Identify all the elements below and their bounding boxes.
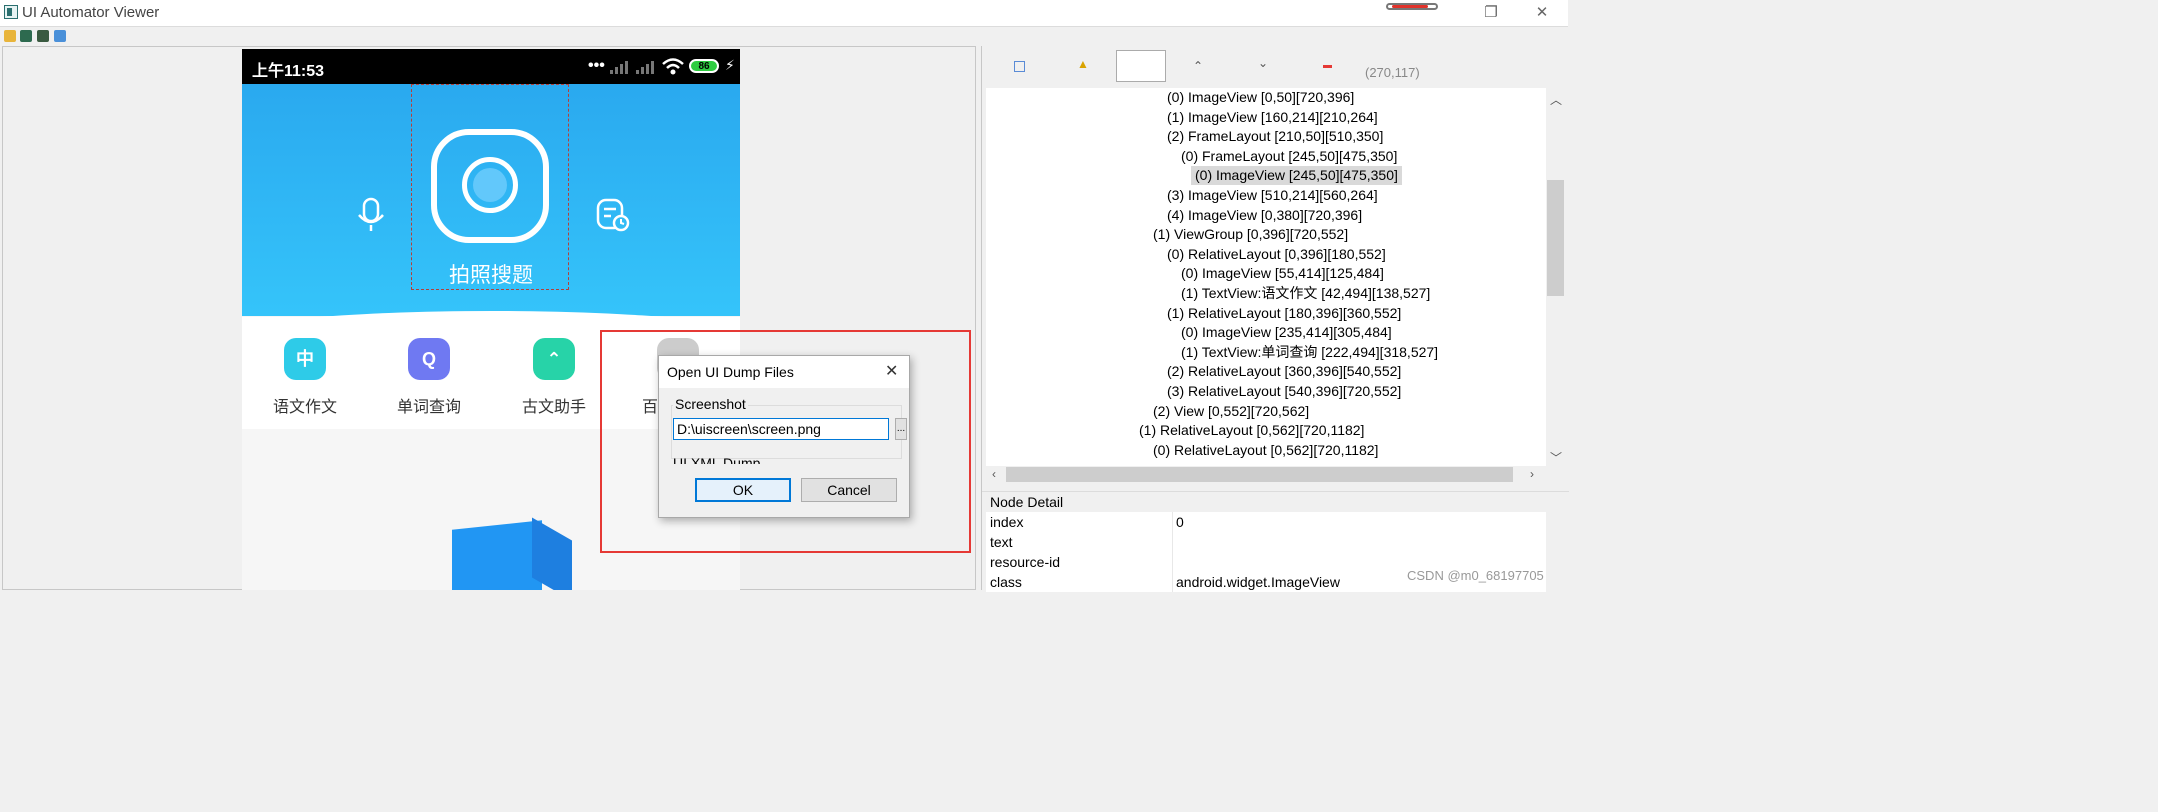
expand-all-icon[interactable] (1014, 61, 1025, 72)
classical-chinese-icon[interactable]: ⌃ (533, 338, 575, 380)
tree-node[interactable]: (1) TextView:单词查询 [222,494][318,527] (1181, 343, 1438, 362)
charging-icon: ⚡ (725, 57, 735, 73)
tree-node[interactable]: (1) ImageView [160,214][210,264] (1167, 108, 1378, 127)
detail-value: 0 (1176, 514, 1184, 530)
chevron-up-icon[interactable]: ⌃ (1193, 59, 1203, 73)
tree-node[interactable]: (1) TextView:语文作文 [42,494][138,527] (1181, 284, 1430, 303)
composition-icon[interactable]: 中 (284, 338, 326, 380)
dialog-close-button[interactable]: ✕ (885, 361, 898, 381)
tree-node[interactable]: (3) ImageView [510,214][560,264] (1167, 186, 1378, 205)
detail-separator (1172, 532, 1173, 552)
history-icon[interactable] (596, 197, 630, 233)
scroll-left-arrow[interactable]: ‹ (992, 467, 996, 481)
scroll-right-arrow[interactable]: › (1530, 467, 1534, 481)
tree-node-selected[interactable]: (0) ImageView [245,50][475,350] (1191, 166, 1402, 186)
tree-node[interactable]: (2) RelativeLayout [360,396][540,552] (1167, 362, 1401, 381)
tree-node[interactable]: (4) ImageView [0,380][720,396] (1167, 206, 1362, 225)
detail-key: index (990, 514, 1024, 530)
cube-illustration-side (532, 517, 572, 590)
coordinate-readout: (270,117) (1365, 65, 1420, 80)
cancel-button[interactable]: Cancel (801, 478, 897, 502)
dictionary-icon[interactable]: Q (408, 338, 450, 380)
scroll-down-arrow[interactable]: ﹀ (1550, 449, 1562, 466)
open-dump-dialog: Open UI Dump Files ✕ Screenshot ... UI X… (658, 355, 910, 518)
hierarchy-tree[interactable]: (0) ImageView [0,50][720,396] (1) ImageVi… (986, 88, 1546, 466)
tree-node[interactable]: (0) ImageView [55,414][125,484] (1181, 264, 1384, 283)
status-time: 上午11:53 (252, 63, 325, 80)
tree-node[interactable]: (1) RelativeLayout [180,396][360,552] (1167, 304, 1401, 323)
xml-dump-label: UI XML Dump (673, 456, 761, 464)
tree-node[interactable]: (2) View [0,552][720,562] (1153, 402, 1309, 421)
cube-illustration (452, 520, 542, 590)
detail-key: class (990, 574, 1022, 590)
window-title: UI Automator Viewer (22, 4, 160, 21)
minimize-button[interactable] (1386, 3, 1438, 10)
selected-node-highlight (411, 84, 569, 290)
node-detail-header: Node Detail (982, 491, 1569, 511)
classical-chinese-label[interactable]: 古文助手 (509, 393, 599, 417)
screenshot-path-input[interactable] (673, 418, 889, 440)
detail-key: text (990, 534, 1013, 550)
tree-node[interactable]: (1) ViewGroup [0,396][720,552] (1153, 225, 1348, 244)
tree-node[interactable]: (0) ImageView [0,50][720,396] (1167, 88, 1354, 107)
tree-node[interactable]: (2) FrameLayout [210,50][510,350] (1167, 127, 1383, 146)
toggle-naf-button[interactable] (1116, 50, 1166, 82)
detail-value: android.widget.ImageView (1176, 574, 1340, 590)
detail-key: resource-id (990, 554, 1061, 570)
wifi-icon (662, 58, 684, 75)
signal-icon-2 (636, 61, 654, 74)
composition-label[interactable]: 语文作文 (260, 393, 350, 417)
microphone-icon[interactable] (356, 197, 386, 233)
tree-vertical-scroll-thumb[interactable] (1547, 180, 1564, 296)
open-folder-icon[interactable] (4, 30, 16, 42)
device-screenshot-compressed-icon[interactable] (37, 30, 49, 42)
dialog-title: Open UI Dump Files (667, 364, 794, 380)
toolbar (0, 27, 1568, 46)
save-icon[interactable] (54, 30, 66, 42)
inspector-toolbar: ▲ ⌃ ⌄ (270,117) (982, 46, 1569, 86)
restore-button[interactable]: ❐ (1476, 3, 1506, 23)
ok-button[interactable]: OK (695, 478, 791, 502)
chevron-down-icon[interactable]: ⌄ (1258, 56, 1268, 70)
tree-node[interactable]: (0) ImageView [235,414][305,484] (1181, 323, 1392, 342)
tree-node[interactable]: (0) RelativeLayout [0,562][720,1182] (1153, 441, 1378, 460)
detail-row-index[interactable]: index 0 (986, 512, 1546, 533)
tree-node[interactable]: (1) RelativeLayout [0,562][720,1182] (1139, 421, 1364, 440)
screenshot-label: Screenshot (673, 396, 748, 412)
app-icon (4, 5, 18, 19)
tree-horizontal-scroll-thumb[interactable] (1006, 467, 1513, 482)
detail-separator (1172, 512, 1173, 532)
detail-separator (1172, 572, 1173, 592)
signal-icon (610, 61, 628, 74)
scroll-up-arrow[interactable]: ︿ (1550, 91, 1562, 108)
device-screenshot-icon[interactable] (20, 30, 32, 42)
detail-row-text[interactable]: text (986, 532, 1546, 553)
tree-node[interactable]: (0) RelativeLayout [0,396][180,552] (1167, 245, 1386, 264)
tree-node[interactable]: (0) FrameLayout [245,50][475,350] (1181, 147, 1397, 166)
detail-separator (1172, 552, 1173, 572)
dictionary-label[interactable]: 单词查询 (384, 393, 474, 417)
phone-status-bar: 上午11:53 ••• 86 ⚡ (242, 49, 740, 84)
title-bar: UI Automator Viewer ❐ ✕ (0, 0, 1568, 27)
status-dots: ••• (588, 57, 605, 74)
clear-icon[interactable] (1323, 65, 1332, 68)
watermark: CSDN @m0_68197705 (1407, 568, 1544, 583)
warning-icon[interactable]: ▲ (1077, 57, 1089, 71)
close-button[interactable]: ✕ (1527, 3, 1557, 23)
dialog-body: Screenshot ... UI XML Dump OK Cancel (659, 388, 909, 517)
battery-indicator: 86 (689, 59, 719, 73)
browse-button[interactable]: ... (895, 418, 907, 440)
tree-node[interactable]: (3) RelativeLayout [540,396][720,552] (1167, 382, 1401, 401)
inspector-pane: ▲ ⌃ ⌄ (270,117) (0) ImageView [0,50][720… (981, 46, 1569, 593)
